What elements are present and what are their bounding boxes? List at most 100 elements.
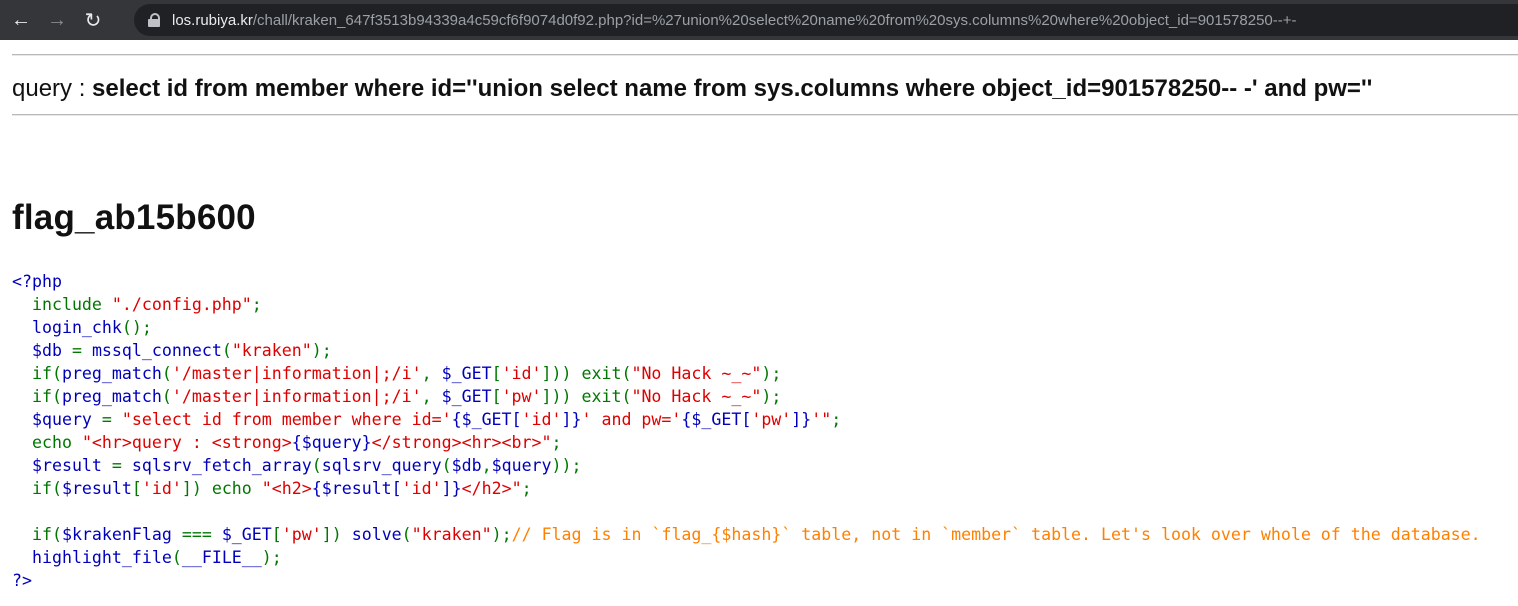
code-token: include (12, 295, 112, 314)
code-token: echo (12, 433, 82, 452)
code-line: include "./config.php"; (12, 295, 262, 314)
code-token: $_GET (221, 525, 272, 544)
page-content: query : select id from member where id='… (0, 54, 1518, 592)
code-token: ); (491, 525, 512, 544)
code-token: ; (521, 479, 532, 498)
reload-icon: ↻ (84, 9, 102, 32)
code-token: ); (761, 364, 782, 383)
code-token: mssql_connect (91, 341, 222, 360)
code-token: ); (761, 387, 782, 406)
query-line: query : select id from member where id='… (12, 56, 1518, 114)
code-token: ]} (561, 410, 582, 429)
code-line (12, 502, 22, 521)
code-token: ?> (12, 571, 32, 590)
code-token: $query (491, 456, 552, 475)
code-token: if( (12, 479, 62, 498)
code-token: = (71, 341, 92, 360)
code-token: ( (161, 364, 172, 383)
divider-bottom (12, 114, 1518, 116)
url-path: /chall/kraken_647f3513b94339a4c59cf6f907… (252, 11, 1297, 29)
code-token: ; (251, 295, 262, 314)
code-token: '" (811, 410, 832, 429)
forward-button[interactable]: → (42, 5, 72, 35)
code-token: ]) echo (181, 479, 262, 498)
code-token: ( (221, 341, 232, 360)
code-token: ( (171, 548, 182, 567)
code-token: === (181, 525, 222, 544)
php-source-code: <?php include "./config.php"; login_chk(… (12, 270, 1518, 592)
code-token: )); (551, 456, 582, 475)
code-token: ( (161, 387, 172, 406)
code-line: <?php (12, 272, 62, 291)
code-token: // Flag is in `flag_{$hash}` table, not … (511, 525, 1481, 544)
code-token: 'id' (401, 479, 442, 498)
code-token: ]} (441, 479, 462, 498)
arrow-left-icon: ← (11, 8, 31, 31)
code-token: , (481, 456, 492, 475)
code-line: if($krakenFlag === $_GET['pw']) solve("k… (12, 525, 1481, 544)
code-line: if(preg_match('/master|information|;/i',… (12, 364, 781, 383)
address-bar[interactable]: los.rubiya.kr/chall/kraken_647f3513b9433… (134, 4, 1518, 36)
code-token: 'id' (141, 479, 182, 498)
code-token: '/master|information|;/i' (171, 364, 422, 383)
code-token: $db (12, 341, 72, 360)
code-token: if( (12, 525, 62, 544)
code-token: "kraken" (411, 525, 492, 544)
code-token: 'pw' (501, 387, 542, 406)
code-token: ; (551, 433, 562, 452)
query-value: select id from member where id=''union s… (92, 75, 1373, 102)
code-token: if( (12, 387, 62, 406)
code-token: {$_GET[ (451, 410, 522, 429)
reload-button[interactable]: ↻ (78, 5, 108, 35)
code-token: = (101, 410, 122, 429)
code-token: , (421, 364, 442, 383)
code-token: ]} (791, 410, 812, 429)
code-token: 'id' (521, 410, 562, 429)
code-token: {$_GET[ (681, 410, 752, 429)
code-line: $db = mssql_connect("kraken"); (12, 341, 332, 360)
code-token: {$result[ (311, 479, 402, 498)
code-token: solve (351, 525, 402, 544)
code-token: "select id from member where id=' (121, 410, 452, 429)
code-token: ]) (321, 525, 352, 544)
result-heading: flag_ab15b600 (12, 198, 256, 237)
code-token: "<hr>query : <strong> (81, 433, 292, 452)
code-token: (); (121, 318, 152, 337)
code-token: "./config.php" (111, 295, 252, 314)
code-line: highlight_file(__FILE__); (12, 548, 282, 567)
code-token: 'id' (501, 364, 542, 383)
code-token: preg_match (61, 387, 162, 406)
code-token: $_GET (441, 364, 492, 383)
code-token: preg_match (61, 364, 162, 383)
code-token: if( (12, 364, 62, 383)
query-label: query : (12, 75, 93, 102)
code-token: 'pw' (281, 525, 322, 544)
lock-icon[interactable] (148, 13, 160, 27)
code-token: ( (311, 456, 322, 475)
back-button[interactable]: ← (6, 5, 36, 35)
code-token: $query (12, 410, 102, 429)
code-token: $result (61, 479, 132, 498)
code-token: highlight_file (12, 548, 172, 567)
code-token: "No Hack ~_~" (631, 364, 762, 383)
code-token: <?php (12, 272, 62, 291)
code-token: ); (261, 548, 282, 567)
code-token: [ (271, 525, 282, 544)
code-token: [ (131, 479, 142, 498)
code-token: ])) exit( (541, 364, 632, 383)
code-token: $_GET (441, 387, 492, 406)
code-token: = (111, 456, 132, 475)
code-token: ); (311, 341, 332, 360)
code-token: {$query} (291, 433, 372, 452)
code-line: $result = sqlsrv_fetch_array(sqlsrv_quer… (12, 456, 582, 475)
code-line: echo "<hr>query : <strong>{$query}</stro… (12, 433, 562, 452)
code-token: sqlsrv_query (321, 456, 442, 475)
code-token: ( (441, 456, 452, 475)
code-token: "kraken" (231, 341, 312, 360)
code-token: [ (491, 387, 502, 406)
code-token: [ (491, 364, 502, 383)
code-token: </strong><hr><br>" (371, 433, 552, 452)
code-token: ' and pw=' (581, 410, 682, 429)
code-token: '/master|information|;/i' (171, 387, 422, 406)
